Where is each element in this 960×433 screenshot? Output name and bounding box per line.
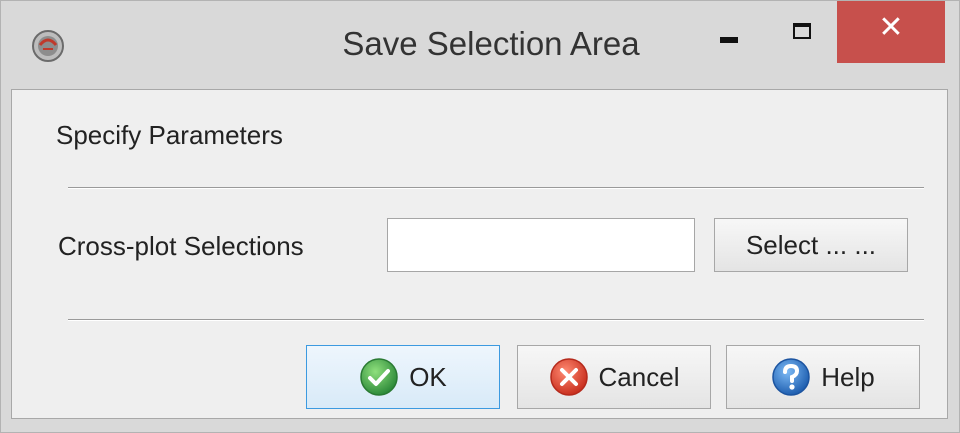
title-bar[interactable]: Save Selection Area ✕: [1, 1, 959, 89]
divider: [68, 319, 924, 321]
cancel-button[interactable]: Cancel: [517, 345, 711, 409]
ok-label: OK: [409, 361, 447, 392]
cross-plot-selections-label: Cross-plot Selections: [58, 231, 304, 261]
close-icon: ✕: [878, 10, 904, 45]
checkmark-icon: [360, 358, 398, 396]
minimize-button[interactable]: [707, 13, 751, 57]
ok-button[interactable]: OK: [306, 345, 500, 409]
maximize-button[interactable]: [781, 13, 825, 57]
close-button[interactable]: ✕: [837, 1, 945, 63]
dialog-window: Save Selection Area ✕ Specify Parameters…: [0, 0, 960, 433]
select-button[interactable]: Select ... ...: [714, 218, 908, 272]
help-button[interactable]: Help: [726, 345, 920, 409]
minimize-icon: [720, 37, 738, 43]
select-button-label: Select ... ...: [745, 229, 877, 260]
maximize-icon: [793, 23, 811, 39]
x-circle-icon: [549, 358, 588, 396]
help-label: Help: [821, 361, 875, 392]
cancel-label: Cancel: [598, 361, 680, 392]
divider: [68, 187, 924, 189]
cross-plot-selections-input[interactable]: [387, 218, 695, 272]
question-icon: [772, 358, 810, 396]
dialog-content: Specify Parameters Cross-plot Selections…: [11, 89, 948, 419]
section-label: Specify Parameters: [56, 120, 283, 150]
